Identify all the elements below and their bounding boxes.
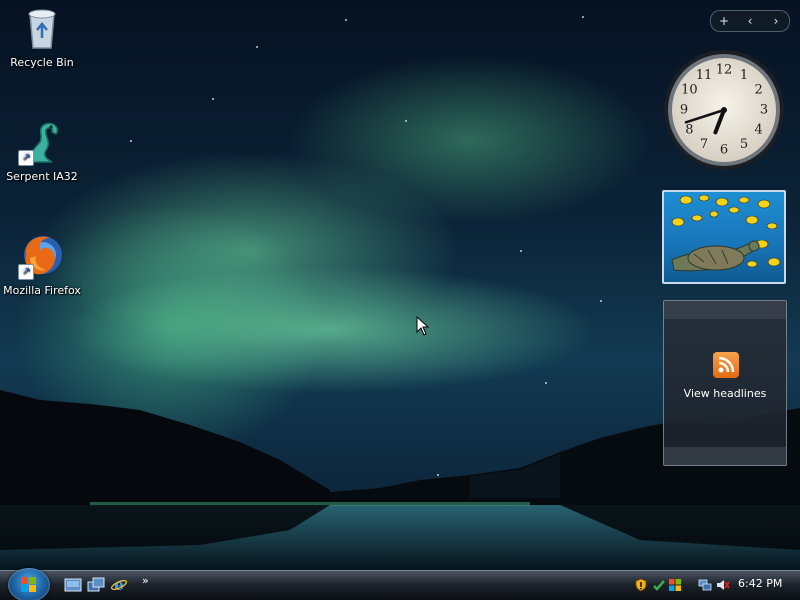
add-gadget-button[interactable]: + [714, 14, 734, 28]
clock-numeral: 5 [740, 137, 748, 152]
firefox-icon: ↗ [18, 232, 66, 280]
show-desktop-button[interactable] [64, 576, 82, 594]
internet-explorer-button[interactable]: e [110, 576, 128, 594]
start-button[interactable] [8, 568, 50, 600]
serpent-icon: ↗ [18, 118, 66, 166]
switch-windows-icon [87, 577, 105, 592]
star [582, 16, 584, 18]
desktop-icon-label: Mozilla Firefox [3, 284, 81, 297]
recycle-bin-icon [18, 4, 66, 52]
gadget-header-bar [664, 301, 786, 319]
clock-numeral: 12 [716, 63, 733, 78]
show-desktop-icon [64, 578, 82, 592]
desktop-icon-serpent[interactable]: ↗ Serpent IA32 [0, 118, 84, 183]
feed-headlines-gadget[interactable]: View headlines [663, 300, 787, 466]
internet-explorer-icon: e [110, 576, 128, 594]
desktop-icon-label: Serpent IA32 [6, 170, 78, 183]
shortcut-arrow-icon: ↗ [18, 264, 34, 280]
clock-numeral: 9 [680, 103, 688, 118]
clock-gadget[interactable]: 12 12 3 45678 9 1011 [662, 48, 786, 172]
next-gadget-page-button[interactable]: › [766, 14, 786, 28]
mouse-cursor-icon [416, 316, 430, 336]
clock-numeral: 7 [700, 137, 708, 152]
update-icon[interactable] [652, 577, 666, 591]
desktop-icon-recycle-bin[interactable]: Recycle Bin [0, 4, 84, 69]
desktop-icon-label: Recycle Bin [10, 56, 74, 69]
svg-text:e: e [114, 576, 124, 594]
previous-gadget-page-button[interactable]: ‹ [740, 14, 760, 28]
windows-flag-icon[interactable] [668, 577, 682, 591]
desktop-icon-firefox[interactable]: ↗ Mozilla Firefox [0, 232, 84, 297]
clock-numeral: 3 [760, 103, 768, 118]
network-icon[interactable] [698, 577, 712, 591]
star [130, 140, 132, 142]
desktop: Recycle Bin ↗ Serpent IA32 ↗ Mozilla Fir… [0, 0, 800, 600]
star [212, 98, 214, 100]
clock-numeral: 6 [720, 143, 728, 158]
clock-numeral: 10 [681, 83, 698, 98]
star [256, 46, 258, 48]
view-headlines-link[interactable]: View headlines [664, 387, 786, 400]
slideshow-gadget[interactable] [662, 190, 786, 284]
star [520, 250, 522, 252]
star [405, 120, 407, 122]
clock-numeral: 2 [755, 83, 763, 98]
gadget-footer-bar [664, 447, 786, 465]
windows-logo-icon [21, 577, 36, 592]
star [345, 19, 347, 21]
taskbar-clock[interactable]: 6:42 PM [738, 577, 782, 590]
volume-muted-icon[interactable] [716, 577, 730, 591]
quick-launch-more-button[interactable]: » [142, 574, 160, 592]
star [600, 300, 602, 302]
clock-numeral: 4 [755, 123, 763, 138]
security-shield-icon[interactable] [634, 577, 648, 592]
clock-numeral: 11 [696, 68, 713, 83]
clock-numeral: 1 [740, 68, 748, 83]
switch-windows-button[interactable] [87, 576, 105, 594]
sidebar-controls: + ‹ › [710, 10, 790, 32]
shortcut-arrow-icon: ↗ [18, 150, 34, 166]
sea-turtle-photo [671, 194, 781, 272]
clock-numeral: 8 [685, 123, 693, 138]
rss-feed-icon [713, 352, 739, 378]
